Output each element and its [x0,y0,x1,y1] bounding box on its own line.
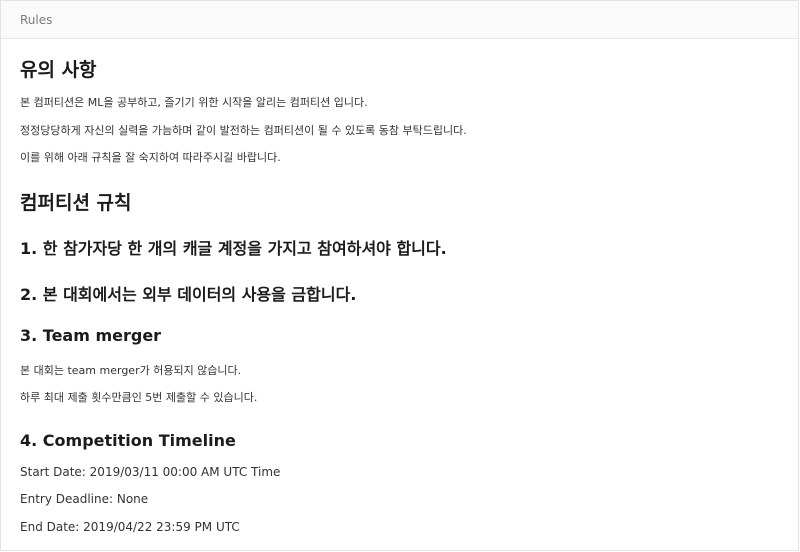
timeline-start-date: Start Date: 2019/03/11 00:00 AM UTC Time [20,465,281,479]
notice-line: 이를 위해 아래 규칙을 잘 숙지하여 따라주시길 바랍니다. [20,151,281,164]
rule-3-line: 하루 최대 제출 횟수만큼인 5번 제출할 수 있습니다. [20,391,258,404]
rule-3-line: 본 대회는 team merger가 허용되지 않습니다. [20,364,242,377]
timeline-entry-deadline: Entry Deadline: None [20,492,149,506]
rules-card: Rules 유의 사항 본 컴퍼티션은 ML을 공부하고, 즐기기 위한 시작을… [0,0,799,551]
rule-2-heading: 2. 본 대회에서는 외부 데이터의 사용을 금합니다. [20,285,357,304]
notice-heading: 유의 사항 [20,59,97,81]
timeline-end-date: End Date: 2019/04/22 23:59 PM UTC [20,520,240,534]
rules-heading: 컴퍼티션 규칙 [20,192,132,214]
notice-line: 정정당당하게 자신의 실력을 가늠하며 같이 발전하는 컴퍼티션이 될 수 있도… [20,124,467,137]
rule-1-heading: 1. 한 참가자당 한 개의 캐글 계정을 가지고 참여하셔야 합니다. [20,239,447,258]
card-header: Rules [1,1,798,39]
notice-line: 본 컴퍼티션은 ML을 공부하고, 즐기기 위한 시작을 알리는 컴퍼티션 입니… [20,96,368,109]
rule-3-heading: 3. Team merger [20,326,162,345]
card-title: Rules [20,12,53,27]
rule-4-heading: 4. Competition Timeline [20,431,236,450]
